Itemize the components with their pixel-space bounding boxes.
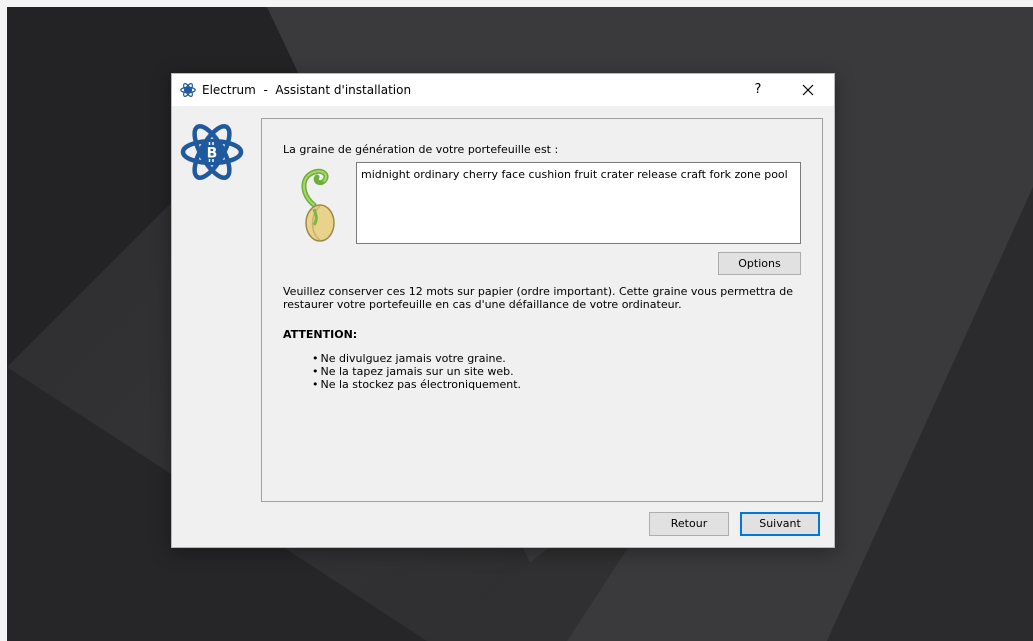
options-button[interactable]: Options — [718, 252, 801, 275]
seed-words-field[interactable]: midnight ordinary cherry face cushion fr… — [356, 162, 801, 244]
seed-panel: La graine de génération de votre portefe… — [261, 118, 823, 502]
back-button[interactable]: Retour — [649, 512, 729, 536]
list-item: Ne la tapez jamais sur un site web. — [312, 365, 521, 378]
attention-heading: ATTENTION: — [283, 328, 358, 341]
title-bar: Electrum - Assistant d'installation ? — [172, 74, 834, 106]
next-button[interactable]: Suivant — [740, 512, 820, 536]
electrum-logo-icon: B — [180, 124, 244, 180]
close-icon — [802, 84, 814, 96]
security-tips-list: Ne divulguez jamais votre graine. Ne la … — [312, 352, 522, 391]
seed-heading: La graine de génération de votre portefe… — [283, 143, 559, 156]
help-button[interactable]: ? — [740, 78, 776, 102]
electrum-logo-icon — [180, 83, 196, 97]
list-item: Ne la stockez pas électroniquement. — [312, 378, 522, 391]
seed-sprout-icon — [301, 168, 335, 242]
seed-warning-text: Veuillez conserver ces 12 mots sur papie… — [283, 285, 793, 311]
close-button[interactable] — [786, 76, 830, 104]
installation-wizard-dialog: Electrum - Assistant d'installation ? B … — [171, 73, 835, 548]
svg-text:B: B — [207, 146, 218, 162]
list-item: Ne divulguez jamais votre graine. — [312, 352, 521, 365]
desktop: Electrum - Assistant d'installation ? B … — [0, 0, 1033, 641]
window-title: Electrum - Assistant d'installation — [202, 83, 412, 97]
